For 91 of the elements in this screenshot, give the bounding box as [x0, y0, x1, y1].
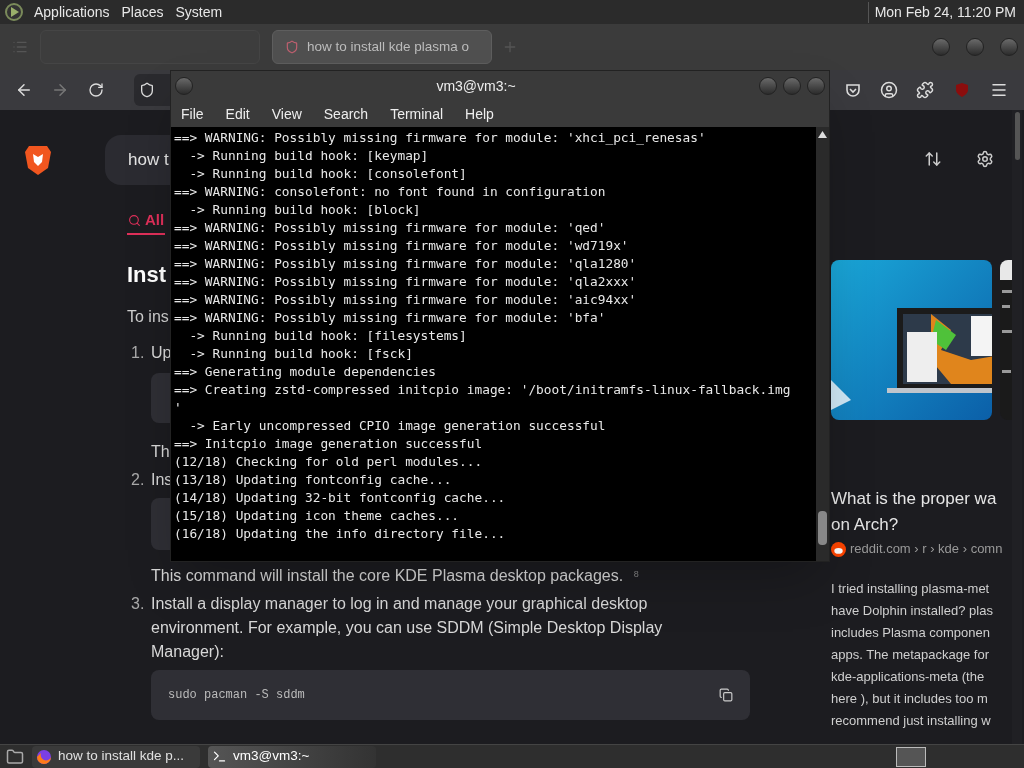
filter-tab[interactable]: All — [127, 207, 166, 235]
lion-shield-logo[interactable] — [24, 144, 52, 176]
shield-icon — [139, 82, 155, 98]
window-menu-button[interactable] — [175, 77, 193, 95]
step-number: 2. — [131, 470, 146, 490]
pocket-icon[interactable] — [845, 82, 861, 98]
fox-globe-icon — [36, 748, 52, 765]
step-note: This command will install the core KDE Plasma desktop packages. $^{8}$ — [151, 566, 639, 586]
terminal-line: ==> Creating zstd-compressed initcpio image: '/boot/initramfs-linux-fallback.img — [174, 381, 791, 399]
answer-text: To ins — [127, 307, 169, 327]
clock: Mon Feb 24, 11:20 PM — [867, 1, 1020, 23]
result-snippet: apps. The metapackage for — [831, 646, 991, 664]
menu-item[interactable]: File — [181, 103, 204, 125]
forward-icon[interactable] — [51, 81, 69, 99]
extensions-icon[interactable] — [916, 81, 934, 99]
back-icon[interactable] — [15, 81, 33, 99]
result-title: on Arch? — [831, 514, 900, 536]
step-number: 3. — [131, 594, 146, 614]
result-snippet: recommend just installing w — [831, 712, 992, 730]
copy-icon[interactable] — [719, 688, 733, 702]
taskbar-button[interactable]: vm3@vm3:~ — [208, 745, 376, 768]
result-snippet: I tried installing plasma-met — [831, 580, 991, 598]
code-text: sudo pacman -S sddm — [168, 687, 305, 704]
terminal-line: (16/18) Updating the info directory file... — [174, 525, 506, 543]
menu-item[interactable]: Search — [323, 103, 369, 125]
workspace-switcher[interactable] — [896, 746, 926, 767]
terminal-line: -> Running build hook: [block] — [188, 201, 421, 219]
panel-menu[interactable]: System — [175, 1, 223, 23]
panel-menu[interactable]: Applications — [34, 1, 110, 23]
taskbar-button[interactable]: how to install kde p... — [32, 745, 200, 768]
maximize-button[interactable] — [783, 77, 801, 95]
menu-icon[interactable] — [990, 81, 1008, 99]
minimize-button[interactable] — [932, 38, 950, 56]
terminal-line: ==> Generating module dependencies — [174, 363, 436, 381]
search-icon — [128, 213, 141, 227]
terminal-line: ' — [174, 399, 182, 417]
panel-menu[interactable]: Places — [121, 1, 164, 23]
result-url[interactable]: reddit.com › r › kde › comn — [850, 539, 1003, 559]
terminal-line: -> Early uncompressed CPIO image generation successful — [188, 417, 606, 435]
folder-icon[interactable] — [6, 747, 24, 766]
scrollbar[interactable] — [816, 127, 829, 561]
menu-item[interactable]: View — [271, 103, 302, 125]
result-snippet: here ), but it includes too m — [831, 690, 989, 708]
terminal-line: ==> WARNING: Possibly missing firmware for module: 'qed' — [174, 219, 606, 237]
terminal-line: ==> WARNING: Possibly missing firmware for module: 'bfa' — [174, 309, 606, 327]
step-text: Install a display manager to log in and manage your graphical desktop environment. For example, you can use SDDM (Simple Desktop Display Manager): — [151, 594, 664, 662]
result-snippet: kde-applications-meta (the — [831, 668, 986, 686]
scroll-thumb[interactable] — [1014, 112, 1020, 160]
minimize-button[interactable] — [759, 77, 777, 95]
window-title: vm3@vm3:~ — [435, 76, 517, 96]
result-title: What is the proper wa — [831, 488, 998, 510]
terminal-line: ==> WARNING: consolefont: no font found in configuration — [174, 183, 606, 201]
menu-item[interactable]: Edit — [225, 103, 250, 125]
profile-icon[interactable] — [880, 81, 898, 99]
terminal-line: ==> WARNING: Possibly missing firmware for module: 'wd719x' — [174, 237, 629, 255]
result-snippet: includes Plasma componen — [831, 624, 991, 642]
terminal-line: (15/18) Updating icon theme caches... — [174, 507, 460, 525]
terminal-line: ==> WARNING: Possibly missing firmware for module: 'aic94xx' — [174, 291, 637, 309]
maximize-button[interactable] — [966, 38, 984, 56]
browser-tab[interactable]: how to install kde plasma o — [272, 30, 492, 64]
terminal-line: -> Running build hook: [filesystems] — [188, 327, 467, 345]
step-note: Th — [151, 442, 170, 462]
scrollbar[interactable] — [1012, 110, 1022, 744]
answer-heading: Inst — [127, 261, 167, 289]
app-menu-icon[interactable] — [4, 2, 24, 22]
reload-icon[interactable] — [88, 82, 104, 98]
settings-icon[interactable] — [976, 150, 994, 168]
step-number: 1. — [131, 343, 146, 363]
terminal-line: ==> Initcpio image generation successful — [174, 435, 483, 453]
terminal-line: (12/18) Checking for old perl modules... — [174, 453, 483, 471]
terminal-line: -> Running build hook: [fsck] — [188, 345, 413, 363]
close-button[interactable] — [807, 77, 825, 95]
step-text: Up — [151, 343, 172, 363]
terminal-line: (14/18) Updating 32-bit fontconfig cache... — [174, 489, 506, 507]
terminal-line: ==> WARNING: Possibly missing firmware for module: 'xhci_pci_renesas' — [174, 129, 706, 147]
terminal-line: -> Running build hook: [consolefont] — [188, 165, 467, 183]
terminal-line: ==> WARNING: Possibly missing firmware for module: 'qla1280' — [174, 255, 637, 273]
terminal-line: (13/18) Updating fontconfig cache... — [174, 471, 452, 489]
scroll-up-icon[interactable] — [818, 131, 827, 138]
terminal-icon — [212, 749, 227, 764]
shield-icon — [285, 40, 299, 54]
result-snippet: have Dolphin installed? plas — [831, 602, 994, 620]
terminal-line: -> Running build hook: [keymap] — [188, 147, 429, 165]
menu-item[interactable]: Help — [465, 103, 494, 125]
sort-icon[interactable] — [924, 150, 942, 168]
search-field[interactable]: how t — [105, 135, 171, 185]
scroll-thumb[interactable] — [818, 511, 827, 545]
menu-item[interactable]: Terminal — [390, 103, 444, 125]
terminal-line: ==> WARNING: Possibly missing firmware for module: 'qla2xxx' — [174, 273, 637, 291]
close-button[interactable] — [1000, 38, 1018, 56]
site-icon — [831, 541, 846, 557]
